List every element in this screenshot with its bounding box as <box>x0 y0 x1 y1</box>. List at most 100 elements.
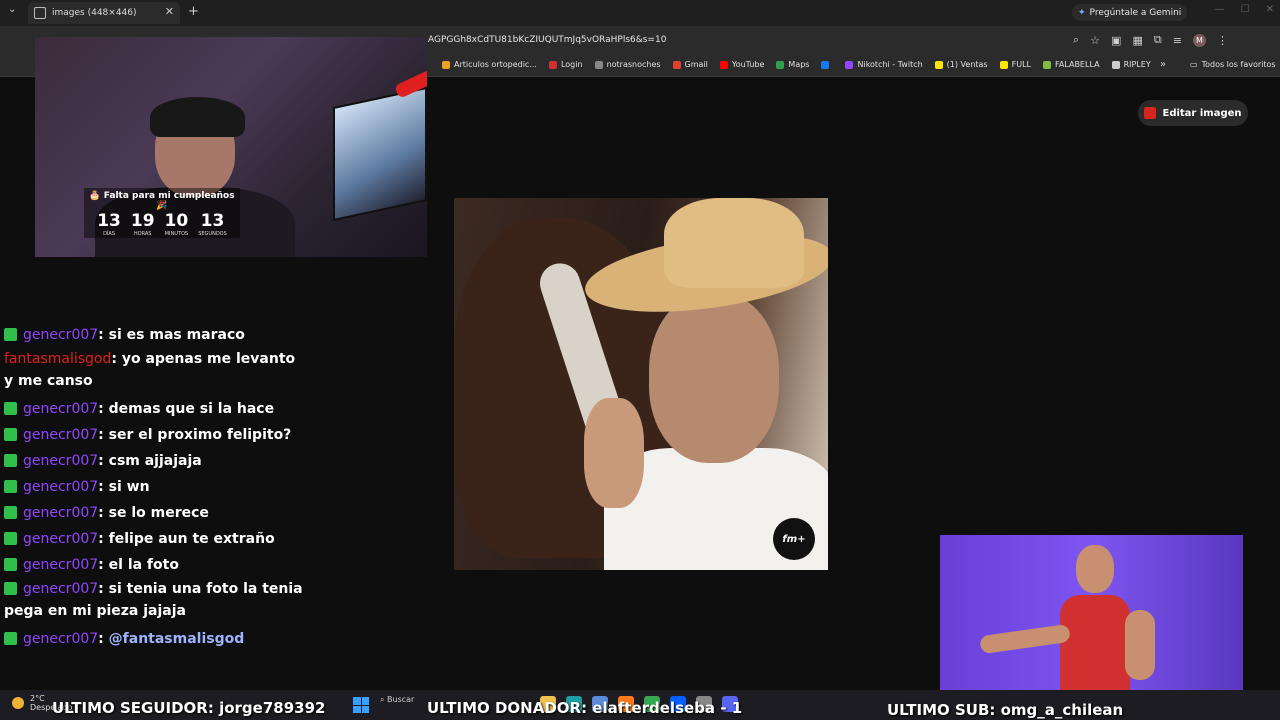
all-favorites[interactable]: ▭ Todos los favoritos <box>1190 60 1276 69</box>
pdf-icon <box>1144 107 1157 119</box>
bookmark-item[interactable] <box>821 60 833 69</box>
countdown-value: 10 <box>164 211 189 231</box>
folder-icon: ▭ <box>1190 60 1198 69</box>
bookmark-star-icon[interactable]: ☆ <box>1090 34 1100 47</box>
media-icon[interactable]: ≡ <box>1173 34 1182 47</box>
chat-text: : ser el proximo felipito? <box>98 427 292 443</box>
bookmark-item[interactable]: notrasnoches <box>594 60 661 69</box>
search-icon: ⌕ <box>380 695 388 704</box>
edit-image-label: Editar imagen <box>1162 107 1242 119</box>
bookmark-label: Gmail <box>684 60 708 69</box>
countdown-row: 13 DÍAS 19 HORAS 10 MINUTOS 13 SEGUNDOS <box>84 211 240 238</box>
profile-avatar[interactable]: M <box>1192 33 1206 47</box>
bookmark-item[interactable]: Login <box>548 60 583 69</box>
chat-username[interactable]: genecr007 <box>23 557 98 573</box>
bookmark-item[interactable]: Articulos ortopedic... <box>442 60 537 69</box>
bookmark-item[interactable]: YouTube <box>719 60 764 69</box>
maximize-icon[interactable]: ☐ <box>1241 4 1250 15</box>
last-donor-ticker: ULTIMO DONADOR: elafterdelseba - 1 <box>427 699 743 717</box>
chat-username[interactable]: genecr007 <box>23 531 98 547</box>
tab-search-icon[interactable]: ⌄ <box>8 4 16 15</box>
close-window-icon[interactable]: ✕ <box>1266 4 1274 15</box>
chat-text: : demas que si la hace <box>98 401 275 417</box>
chat-message: genecr007: se lo merece <box>4 500 304 526</box>
face-shape <box>649 293 779 463</box>
bookmark-label: FALABELLA <box>1054 60 1100 69</box>
browser-tab[interactable]: images (448×446) ✕ <box>28 2 180 24</box>
bookmark-item[interactable]: Gmail <box>672 60 708 69</box>
zoom-icon[interactable]: ⌕ <box>1073 33 1079 47</box>
new-tab-icon[interactable]: + <box>188 4 199 19</box>
bookmark-item[interactable]: (1) Ventas <box>934 60 988 69</box>
chat-badge-icon <box>4 454 17 467</box>
bookmark-item[interactable]: RIPLEY <box>1111 60 1151 69</box>
countdown-value: 13 <box>97 211 121 231</box>
url-field[interactable]: AGPGGh8xCdTU81bKcZIUQUTmJq5vORaHPls6&s=1… <box>428 35 666 45</box>
chat-message: genecr007: el la foto <box>4 552 304 578</box>
color-extension-icon[interactable]: ▦ <box>1132 34 1142 47</box>
signer-left-arm <box>979 623 1071 655</box>
chat-text: : el la foto <box>98 557 179 573</box>
bookmark-item[interactable]: FALABELLA <box>1042 60 1100 69</box>
chat-message: genecr007: si wn <box>4 474 304 500</box>
countdown-title: 🎂 Falta para mi cumpleaños 🎉 <box>89 191 235 211</box>
chat-message: genecr007: demas que si la hace <box>4 396 304 422</box>
countdown-seconds: 13 SEGUNDOS <box>198 211 227 238</box>
chat-username[interactable]: fantasmalisgod <box>4 351 111 367</box>
countdown-value: 13 <box>200 211 225 231</box>
countdown-minutes: 10 MINUTOS <box>164 211 189 238</box>
chat-username[interactable]: genecr007 <box>23 401 98 417</box>
tab-close-icon[interactable]: ✕ <box>165 5 174 18</box>
countdown-value: 19 <box>130 211 155 231</box>
bookmark-label: Login <box>560 60 583 69</box>
all-favorites-label: Todos los favoritos <box>1201 60 1276 69</box>
bookmark-item[interactable]: Maps <box>776 60 809 69</box>
chat-username[interactable]: genecr007 <box>23 427 98 443</box>
countdown-days: 13 DÍAS <box>97 211 121 238</box>
signer-head <box>1076 545 1114 593</box>
hat-crown <box>664 198 804 288</box>
chat-badge-icon <box>4 428 17 441</box>
bookmark-icon <box>442 60 450 69</box>
chat-username[interactable]: genecr007 <box>23 453 98 469</box>
bookmark-label: FULL <box>1011 60 1031 69</box>
chat-message: genecr007: @fantasmalisgod <box>4 626 304 652</box>
taskbar-search[interactable]: ⌕ Buscar <box>380 695 414 705</box>
sign-language-overlay <box>940 535 1243 695</box>
bookmark-label: Nikotchi - Twitch <box>857 60 923 69</box>
chat-overlay: genecr007: si es mas maraco fantasmalisg… <box>4 322 304 652</box>
chat-username[interactable]: genecr007 <box>23 505 98 521</box>
extension-icon[interactable]: ▣ <box>1111 34 1121 47</box>
tab-title: images (448×446) <box>52 8 137 18</box>
gemini-button[interactable]: ✦ Pregúntale a Gemini <box>1072 4 1188 21</box>
bookmark-icon <box>999 60 1008 69</box>
gemini-icon: ✦ <box>1078 7 1086 18</box>
bookmark-label: Maps <box>788 60 810 69</box>
signer-right-arm <box>1125 610 1155 680</box>
bookmarks-overflow-icon[interactable]: » <box>1160 59 1166 70</box>
bookmark-icon <box>821 60 830 69</box>
countdown-hours: 19 HORAS <box>130 211 155 238</box>
streamer-cap <box>150 97 245 137</box>
bookmark-icon <box>672 60 681 69</box>
monitor-shape <box>333 87 427 221</box>
extensions-puzzle-icon[interactable]: ⧉ <box>1154 33 1162 47</box>
chat-badge-icon <box>4 532 17 545</box>
bookmark-item[interactable]: Nikotchi - Twitch <box>845 60 923 69</box>
bookmark-icon <box>548 60 557 69</box>
edit-image-button[interactable]: Editar imagen <box>1138 100 1248 126</box>
chat-badge-icon <box>4 402 17 415</box>
bookmark-item[interactable]: FULL <box>999 60 1031 69</box>
chat-text: : <box>98 631 109 647</box>
bookmark-icon <box>719 60 728 69</box>
chat-username[interactable]: genecr007 <box>23 581 98 597</box>
chat-username[interactable]: genecr007 <box>23 479 98 495</box>
windows-start-icon[interactable] <box>353 697 369 713</box>
chat-message: genecr007: ser el proximo felipito? <box>4 422 304 448</box>
countdown-label: DÍAS <box>103 231 115 237</box>
chat-mention[interactable]: @fantasmalisgod <box>109 631 245 647</box>
menu-icon[interactable]: ⋮ <box>1217 34 1228 47</box>
chat-username[interactable]: genecr007 <box>23 327 98 343</box>
chat-username[interactable]: genecr007 <box>23 631 98 647</box>
minimize-icon[interactable]: — <box>1215 4 1225 15</box>
